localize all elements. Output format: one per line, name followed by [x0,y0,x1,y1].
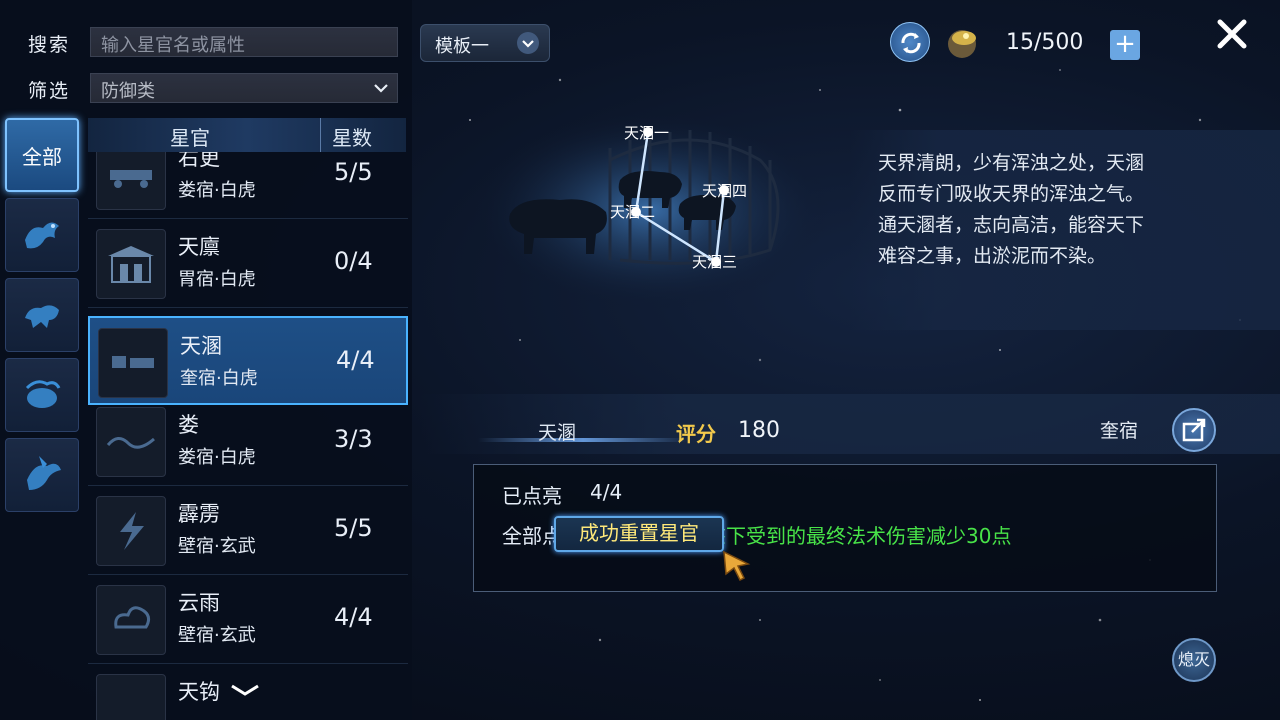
item-name: 云雨 [178,591,220,615]
filter-value: 防御类 [101,81,155,102]
item-mansion: 娄宿·白虎 [178,447,256,468]
star-label: 天溷二 [610,203,655,221]
column-divider [320,118,321,152]
lit-value: 4/4 [590,480,623,504]
resource-counter: 15/500 [1006,30,1084,55]
item-mansion: 奎宿·白虎 [180,368,258,389]
template-selector[interactable]: 模板一 [420,24,550,62]
constellation-description: 天界清朗，少有浑浊之处，天溷反而专门吸收天界的浑浊之气。通天溷者，志向高洁，能容… [878,152,1145,267]
item-thumbnail [96,496,166,566]
category-tab-white-tiger[interactable] [5,278,79,352]
chevron-down-icon [517,32,539,54]
vermilion-bird-icon [27,456,61,490]
share-icon [1182,418,1206,442]
star-coin-icon [948,30,976,58]
wave-icon [106,437,155,449]
category-tab-vermilion-bird[interactable] [5,438,79,512]
template-label: 模板一 [435,36,489,57]
item-thumbnail [96,229,166,299]
close-icon[interactable] [1214,16,1250,52]
reset-success-toast: 成功重置星官 [554,516,724,552]
column-header-name: 星官 [170,126,210,150]
category-tab-all[interactable]: 全部 [5,118,79,192]
star-label: 天溷四 [702,182,747,200]
granary-icon [108,246,154,283]
extinguish-button[interactable]: 熄灭 [1172,638,1216,682]
item-thumbnail [98,328,168,398]
detail-mansion: 奎宿 [1100,420,1139,442]
list-item[interactable]: 霹雳 壁宿·玄武 5/5 [88,486,408,575]
effect-description: 态下受到的最终法术伤害减少30点 [706,524,1012,548]
lit-label: 已点亮 [502,484,562,508]
category-tabs: 全部 [5,118,81,518]
score-value: 180 [738,418,780,443]
black-tortoise-icon [25,380,61,408]
name-underline-glow [478,438,688,442]
item-mansion: 壁宿·玄武 [178,536,256,557]
detail-constellation-name: 天溷 [538,422,577,444]
item-thumbnail [96,674,166,720]
item-star-count: 5/5 [334,514,373,542]
star-label: 天溷三 [692,253,737,271]
azure-dragon-icon [25,222,59,249]
star-label: 天溷一 [624,124,669,142]
item-thumbnail [96,407,166,477]
item-name: 霹雳 [178,502,220,526]
cloud-icon [114,606,151,629]
item-star-count: 4/4 [334,603,373,631]
list-item[interactable]: 娄 娄宿·白虎 3/3 [88,397,408,486]
score-label: 评分 [676,422,716,446]
list-item[interactable]: 云雨 壁宿·玄武 4/4 [88,575,408,664]
lightning-icon [120,512,144,550]
pointer-cursor-icon [723,550,751,582]
filter-dropdown[interactable]: 防御类 [90,73,398,103]
column-header-count: 星数 [332,126,372,150]
pigpen-icon [112,356,154,368]
carriage-icon [110,170,152,188]
list-item[interactable]: 右更 娄宿·白虎 5/5 [88,152,408,219]
category-tab-label: 全部 [22,144,62,169]
add-resource-button[interactable]: + [1110,30,1140,60]
item-thumbnail [96,585,166,655]
list-item-selected[interactable]: 天溷 奎宿·白虎 4/4 [88,316,408,405]
scroll-down-chevron-icon[interactable] [228,682,262,698]
refresh-button[interactable] [890,22,930,62]
constellation-diagram: 天溷一 天溷二 天溷三 天溷四 [470,110,830,310]
filter-label: 筛选 [28,80,71,102]
item-name: 娄 [178,413,199,437]
refresh-icon [901,32,921,54]
item-name: 天廪 [178,235,220,259]
share-button[interactable] [1172,408,1216,452]
item-star-count: 4/4 [336,346,375,374]
item-mansion: 胃宿·白虎 [178,269,256,290]
category-tab-black-tortoise[interactable] [5,358,79,432]
search-input[interactable]: 输入星官名或属性 [90,27,398,57]
item-mansion: 壁宿·玄武 [178,625,256,646]
effect-prefix: 全部点 [502,524,562,548]
list-header: 星官 星数 [88,118,406,152]
item-mansion: 娄宿·白虎 [178,180,256,201]
item-thumbnail [96,152,166,210]
chevron-down-icon [374,84,388,93]
category-tab-azure-dragon[interactable] [5,198,79,272]
list-item[interactable]: 天廪 胃宿·白虎 0/4 [88,219,408,308]
search-label: 搜索 [28,34,71,56]
item-name: 右更 [178,152,220,170]
item-star-count: 0/4 [334,247,373,275]
white-tiger-icon [25,305,59,328]
item-name: 天钩 [178,680,220,704]
item-star-count: 3/3 [334,425,373,453]
constellation-list: 右更 娄宿·白虎 5/5 天廪 胃宿·白虎 0/4 天溷 奎宿·白虎 4/4 娄… [88,152,410,720]
item-name: 天溷 [180,334,222,358]
item-star-count: 5/5 [334,158,373,186]
